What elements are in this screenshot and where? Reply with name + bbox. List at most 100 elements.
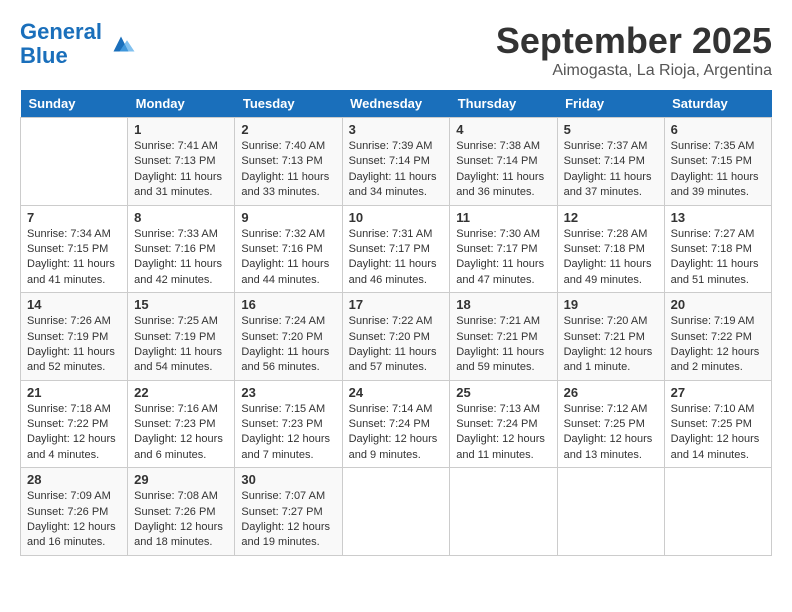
calendar-cell: 20Sunrise: 7:19 AMSunset: 7:22 PMDayligh… [664, 293, 771, 381]
day-info: Sunrise: 7:38 AMSunset: 7:14 PMDaylight:… [456, 139, 550, 201]
calendar-cell: 1Sunrise: 7:41 AMSunset: 7:13 PMDaylight… [128, 118, 235, 206]
calendar-cell: 27 Sunrise: 7:10 AMSunset: 7:25 PMDayligh… [664, 380, 771, 468]
day-info: Sunrise: 7:08 AMSunset: 7:26 PMDaylight:… [134, 489, 228, 551]
day-number: 2 [241, 122, 335, 137]
day-info: Sunrise: 7:32 AMSunset: 7:16 PMDaylight:… [241, 227, 335, 289]
calendar-cell [342, 468, 450, 556]
day-number: 7 [27, 210, 121, 225]
day-info: Sunrise: 7:20 AMSunset: 7:21 PMDaylight:… [564, 314, 658, 376]
week-row-3: 21 Sunrise: 7:18 AMSunset: 7:22 PMDayligh… [21, 380, 772, 468]
day-info: Sunrise: 7:21 AMSunset: 7:21 PMDaylight:… [456, 314, 550, 376]
day-info: Sunrise: 7:13 AMSunset: 7:24 PMDaylight:… [456, 402, 550, 464]
calendar-cell: 9 Sunrise: 7:32 AMSunset: 7:16 PMDaylight… [235, 205, 342, 293]
calendar-cell: 23 Sunrise: 7:15 AMSunset: 7:23 PMDayligh… [235, 380, 342, 468]
calendar-cell: 24Sunrise: 7:14 AMSunset: 7:24 PMDayligh… [342, 380, 450, 468]
day-number: 29 [134, 472, 228, 487]
location: Aimogasta, La Rioja, Argentina [496, 62, 772, 80]
calendar-cell: 15 Sunrise: 7:25 AMSunset: 7:19 PMDayligh… [128, 293, 235, 381]
day-number: 1 [134, 122, 228, 137]
header-tuesday: Tuesday [235, 90, 342, 118]
day-info: Sunrise: 7:07 AMSunset: 7:27 PMDaylight:… [241, 489, 335, 551]
calendar-cell: 25 Sunrise: 7:13 AMSunset: 7:24 PMDayligh… [450, 380, 557, 468]
day-info: Sunrise: 7:37 AMSunset: 7:14 PMDaylight:… [564, 139, 658, 201]
header-sunday: Sunday [21, 90, 128, 118]
logo-icon [106, 29, 136, 59]
day-info: Sunrise: 7:16 AMSunset: 7:23 PMDaylight:… [134, 402, 228, 464]
day-info: Sunrise: 7:14 AMSunset: 7:24 PMDaylight:… [349, 402, 444, 464]
calendar-cell: 4 Sunrise: 7:38 AMSunset: 7:14 PMDaylight… [450, 118, 557, 206]
day-number: 5 [564, 122, 658, 137]
calendar-cell [450, 468, 557, 556]
calendar-header: SundayMondayTuesdayWednesdayThursdayFrid… [21, 90, 772, 118]
day-info: Sunrise: 7:22 AMSunset: 7:20 PMDaylight:… [349, 314, 444, 376]
title-block: September 2025 Aimogasta, La Rioja, Arge… [496, 20, 772, 80]
day-info: Sunrise: 7:33 AMSunset: 7:16 PMDaylight:… [134, 227, 228, 289]
page-header: General Blue September 2025 Aimogasta, L… [20, 20, 772, 80]
day-info: Sunrise: 7:18 AMSunset: 7:22 PMDaylight:… [27, 402, 121, 464]
day-number: 18 [456, 297, 550, 312]
day-info: Sunrise: 7:27 AMSunset: 7:18 PMDaylight:… [671, 227, 765, 289]
day-info: Sunrise: 7:40 AMSunset: 7:13 PMDaylight:… [241, 139, 335, 201]
day-info: Sunrise: 7:24 AMSunset: 7:20 PMDaylight:… [241, 314, 335, 376]
header-row: SundayMondayTuesdayWednesdayThursdayFrid… [21, 90, 772, 118]
calendar-cell: 28Sunrise: 7:09 AMSunset: 7:26 PMDayligh… [21, 468, 128, 556]
day-info: Sunrise: 7:19 AMSunset: 7:22 PMDaylight:… [671, 314, 765, 376]
calendar-cell: 2 Sunrise: 7:40 AMSunset: 7:13 PMDaylight… [235, 118, 342, 206]
calendar-cell: 6Sunrise: 7:35 AMSunset: 7:15 PMDaylight… [664, 118, 771, 206]
day-number: 21 [27, 385, 121, 400]
day-number: 10 [349, 210, 444, 225]
calendar-body: 1Sunrise: 7:41 AMSunset: 7:13 PMDaylight… [21, 118, 772, 556]
day-info: Sunrise: 7:34 AMSunset: 7:15 PMDaylight:… [27, 227, 121, 289]
day-info: Sunrise: 7:28 AMSunset: 7:18 PMDaylight:… [564, 227, 658, 289]
calendar-cell: 11Sunrise: 7:30 AMSunset: 7:17 PMDayligh… [450, 205, 557, 293]
calendar-cell: 18 Sunrise: 7:21 AMSunset: 7:21 PMDayligh… [450, 293, 557, 381]
day-info: Sunrise: 7:26 AMSunset: 7:19 PMDaylight:… [27, 314, 121, 376]
day-number: 9 [241, 210, 335, 225]
day-number: 8 [134, 210, 228, 225]
day-number: 11 [456, 210, 550, 225]
day-info: Sunrise: 7:10 AMSunset: 7:25 PMDaylight:… [671, 402, 765, 464]
week-row-1: 7 Sunrise: 7:34 AMSunset: 7:15 PMDaylight… [21, 205, 772, 293]
week-row-4: 28Sunrise: 7:09 AMSunset: 7:26 PMDayligh… [21, 468, 772, 556]
calendar-cell: 8 Sunrise: 7:33 AMSunset: 7:16 PMDaylight… [128, 205, 235, 293]
day-number: 14 [27, 297, 121, 312]
day-number: 26 [564, 385, 658, 400]
day-number: 12 [564, 210, 658, 225]
logo-line1: General [20, 19, 102, 44]
day-number: 13 [671, 210, 765, 225]
calendar-cell: 5 Sunrise: 7:37 AMSunset: 7:14 PMDaylight… [557, 118, 664, 206]
day-info: Sunrise: 7:25 AMSunset: 7:19 PMDaylight:… [134, 314, 228, 376]
day-number: 15 [134, 297, 228, 312]
day-number: 6 [671, 122, 765, 137]
day-number: 22 [134, 385, 228, 400]
day-number: 30 [241, 472, 335, 487]
day-number: 17 [349, 297, 444, 312]
calendar-cell: 17 Sunrise: 7:22 AMSunset: 7:20 PMDayligh… [342, 293, 450, 381]
week-row-0: 1Sunrise: 7:41 AMSunset: 7:13 PMDaylight… [21, 118, 772, 206]
day-info: Sunrise: 7:09 AMSunset: 7:26 PMDaylight:… [27, 489, 121, 551]
calendar-cell: 7 Sunrise: 7:34 AMSunset: 7:15 PMDaylight… [21, 205, 128, 293]
day-number: 25 [456, 385, 550, 400]
header-saturday: Saturday [664, 90, 771, 118]
day-number: 19 [564, 297, 658, 312]
calendar-cell: 16 Sunrise: 7:24 AMSunset: 7:20 PMDayligh… [235, 293, 342, 381]
day-info: Sunrise: 7:39 AMSunset: 7:14 PMDaylight:… [349, 139, 444, 201]
day-info: Sunrise: 7:15 AMSunset: 7:23 PMDaylight:… [241, 402, 335, 464]
calendar-cell: 29 Sunrise: 7:08 AMSunset: 7:26 PMDayligh… [128, 468, 235, 556]
calendar-cell [21, 118, 128, 206]
day-info: Sunrise: 7:31 AMSunset: 7:17 PMDaylight:… [349, 227, 444, 289]
day-number: 3 [349, 122, 444, 137]
day-number: 27 [671, 385, 765, 400]
calendar-cell: 3 Sunrise: 7:39 AMSunset: 7:14 PMDaylight… [342, 118, 450, 206]
calendar-cell: 30 Sunrise: 7:07 AMSunset: 7:27 PMDayligh… [235, 468, 342, 556]
calendar-cell: 22 Sunrise: 7:16 AMSunset: 7:23 PMDayligh… [128, 380, 235, 468]
calendar-cell: 19 Sunrise: 7:20 AMSunset: 7:21 PMDayligh… [557, 293, 664, 381]
header-thursday: Thursday [450, 90, 557, 118]
calendar-cell: 13 Sunrise: 7:27 AMSunset: 7:18 PMDayligh… [664, 205, 771, 293]
day-number: 23 [241, 385, 335, 400]
day-number: 4 [456, 122, 550, 137]
logo: General Blue [20, 20, 136, 68]
month-title: September 2025 [496, 20, 772, 62]
header-wednesday: Wednesday [342, 90, 450, 118]
day-number: 16 [241, 297, 335, 312]
